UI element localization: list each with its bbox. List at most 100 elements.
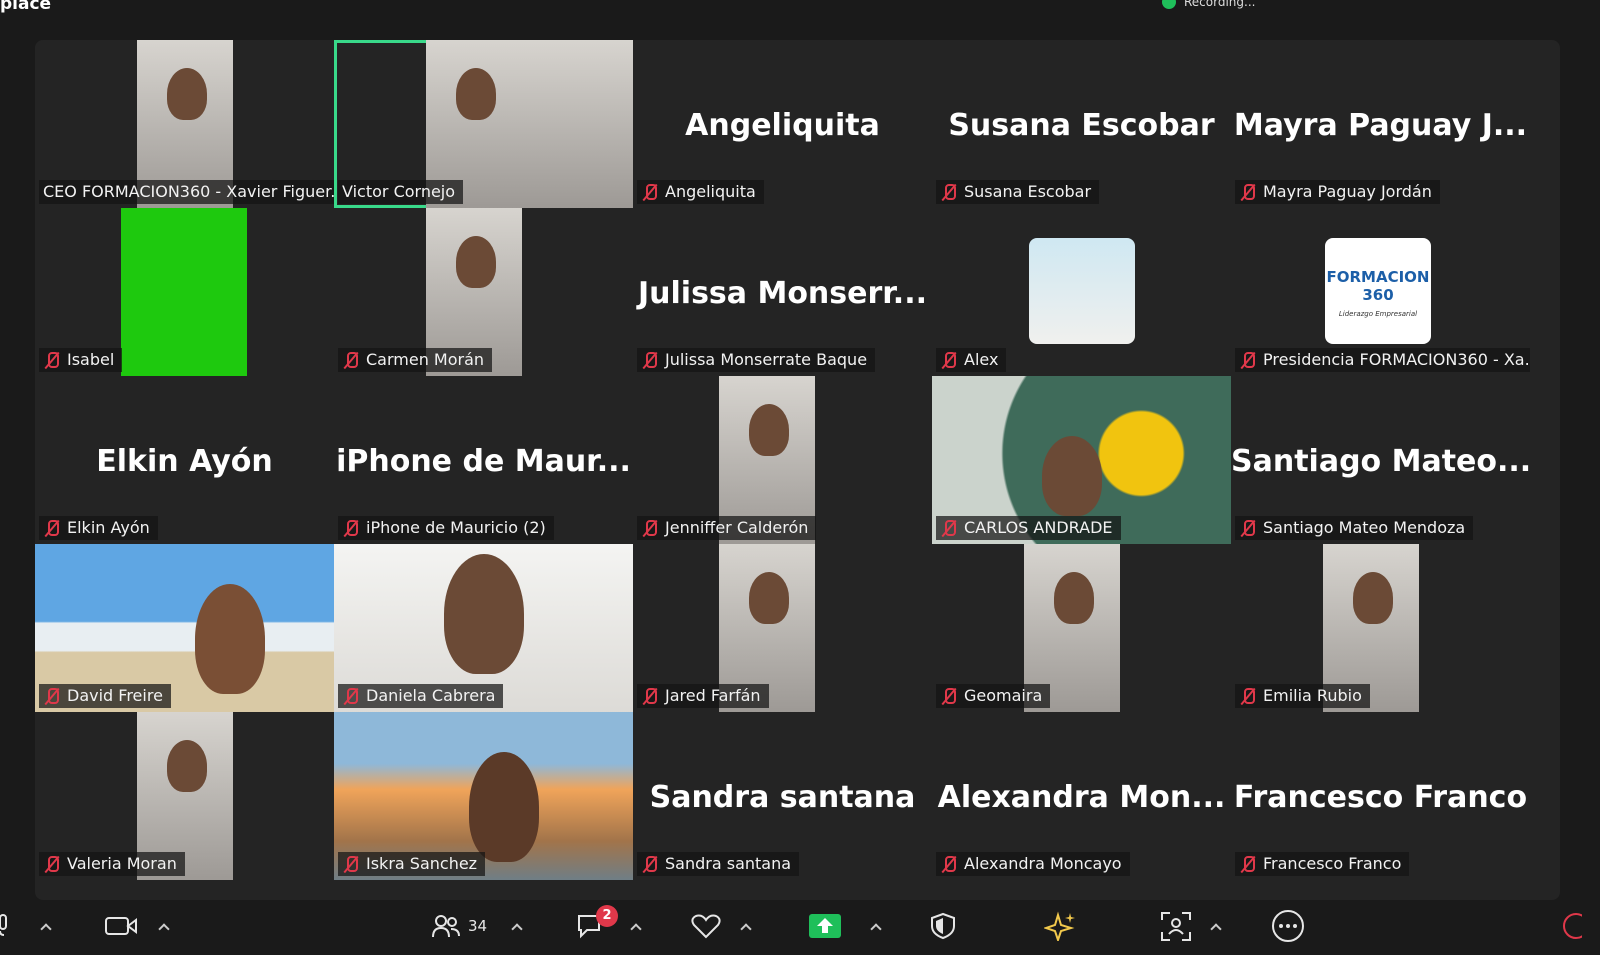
react-chevron-icon[interactable]	[740, 922, 752, 935]
participant-name: Sandra santana	[665, 854, 792, 873]
participant-name-display: iPhone de Maur...	[336, 444, 631, 479]
participant-name-tag: Julissa Monserrate Baque	[637, 348, 876, 372]
microphone-muted-icon	[940, 855, 958, 873]
participant-name: Julissa Monserrate Baque	[665, 350, 868, 369]
microphone-muted-icon	[342, 687, 360, 705]
microphone-muted-icon	[641, 351, 659, 369]
participant-avatar	[1029, 238, 1135, 344]
participant-name: Valeria Moran	[67, 854, 177, 873]
participant-name: CARLOS ANDRADE	[964, 518, 1113, 537]
participants-count: 34	[468, 917, 488, 935]
participant-figure	[195, 584, 265, 694]
participant-name: Jenniffer Calderón	[665, 518, 809, 537]
participant-tile[interactable]: Julissa Monserr... Julissa Monserrate Baq…	[633, 208, 932, 376]
participant-tile[interactable]: FORMACION 360 Liderazgo Empresarial Preside…	[1231, 208, 1530, 376]
participant-tile[interactable]: Isabel	[35, 208, 334, 376]
participant-tile[interactable]: Francesco Franco Francesco Franco	[1231, 712, 1530, 880]
participant-tile[interactable]: Carmen Morán	[334, 208, 633, 376]
react-button[interactable]	[690, 908, 752, 944]
participant-name-display: Francesco Franco	[1233, 780, 1528, 815]
top-bar: place Recording...	[0, 0, 1600, 25]
audio-options-chevron-icon[interactable]	[40, 922, 52, 935]
participant-tile[interactable]: Alex	[932, 208, 1231, 376]
more-options-icon	[1272, 910, 1304, 942]
participant-name-tag: Isabel	[39, 348, 123, 372]
participant-name-display: Alexandra Mon...	[937, 780, 1226, 815]
security-button[interactable]	[930, 908, 956, 944]
participant-tile[interactable]: Jenniffer Calderón	[633, 376, 932, 544]
participant-name: Geomaira	[964, 686, 1043, 705]
participant-name-display: Susana Escobar	[948, 108, 1215, 143]
apps-button[interactable]	[1160, 908, 1222, 944]
participant-name: Mayra Paguay Jordán	[1263, 182, 1432, 201]
participant-tile[interactable]: Elkin Ayón Elkin Ayón	[35, 376, 334, 544]
participant-name: Susana Escobar	[964, 182, 1092, 201]
participant-name: David Freire	[67, 686, 163, 705]
apps-chevron-icon[interactable]	[1210, 922, 1222, 935]
participant-name-tag: Mayra Paguay Jordán	[1235, 180, 1440, 204]
leave-icon	[1563, 913, 1582, 939]
participants-chevron-icon[interactable]	[511, 922, 523, 935]
participant-name-display: Mayra Paguay J...	[1233, 108, 1528, 143]
participant-name-tag: Francesco Franco	[1235, 852, 1410, 876]
participant-figure	[1054, 572, 1094, 624]
shield-status-icon	[1162, 0, 1176, 9]
participant-name-tag: Daniela Cabrera	[338, 684, 504, 708]
share-chevron-icon[interactable]	[870, 922, 882, 935]
participant-tile[interactable]: David Freire	[35, 544, 334, 712]
mute-button[interactable]	[0, 908, 52, 944]
participant-name: Victor Cornejo	[342, 182, 456, 201]
more-button[interactable]	[1270, 908, 1306, 944]
microphone-muted-icon	[1239, 183, 1257, 201]
microphone-muted-icon	[43, 351, 61, 369]
participant-tile[interactable]: Geomaira	[932, 544, 1231, 712]
share-screen-button[interactable]	[808, 908, 882, 944]
participant-figure	[456, 236, 496, 288]
participant-name-tag: Carmen Morán	[338, 348, 493, 372]
participant-name: iPhone de Mauricio (2)	[366, 518, 546, 537]
participant-tile[interactable]: CEO FORMACION360 - Xavier Figuer...	[35, 40, 334, 208]
participant-name: Carmen Morán	[366, 350, 485, 369]
shield-icon	[931, 912, 955, 940]
participant-tile[interactable]: CARLOS ANDRADE	[932, 376, 1231, 544]
microphone-muted-icon	[1239, 351, 1257, 369]
participant-name-display: Sandra santana	[649, 780, 916, 815]
leave-button[interactable]	[1552, 908, 1582, 944]
recording-indicator[interactable]: Recording...	[1162, 0, 1255, 9]
microphone-muted-icon	[940, 183, 958, 201]
participant-tile[interactable]: Iskra Sanchez	[334, 712, 633, 880]
participant-tile[interactable]: Mayra Paguay J... Mayra Paguay Jordán	[1231, 40, 1530, 208]
participant-video	[121, 208, 247, 376]
video-options-chevron-icon[interactable]	[158, 922, 170, 935]
chat-chevron-icon[interactable]	[630, 922, 642, 935]
microphone-muted-icon	[940, 351, 958, 369]
participant-name: Isabel	[67, 350, 115, 369]
participant-tile[interactable]: Valeria Moran	[35, 712, 334, 880]
participant-figure	[167, 68, 207, 120]
participant-tile[interactable]: Victor Cornejo	[334, 40, 633, 208]
apps-icon	[1161, 912, 1191, 941]
participant-name: Santiago Mateo Mendoza	[1263, 518, 1466, 537]
participant-name-tag: Geomaira	[936, 684, 1051, 708]
ai-companion-button[interactable]	[1044, 908, 1076, 944]
participant-tile[interactable]: iPhone de Maur... iPhone de Mauricio (2)	[334, 376, 633, 544]
participants-button[interactable]: 34	[432, 908, 523, 944]
participant-gallery: CEO FORMACION360 - Xavier Figuer... Victo…	[35, 40, 1560, 900]
participant-tile[interactable]: Jared Farfán	[633, 544, 932, 712]
participant-tile[interactable]: Angeliquita Angeliquita	[633, 40, 932, 208]
participant-tile[interactable]: Alexandra Mon... Alexandra Moncayo	[932, 712, 1231, 880]
microphone-muted-icon	[641, 687, 659, 705]
participant-tile[interactable]: Daniela Cabrera	[334, 544, 633, 712]
participant-tile[interactable]: Santiago Mateo... Santiago Mateo Mendoza	[1231, 376, 1530, 544]
video-button[interactable]	[104, 908, 170, 944]
participant-name-tag: Presidencia FORMACION360 - Xa...	[1235, 348, 1530, 372]
microphone-muted-icon	[940, 687, 958, 705]
participant-tile[interactable]: Emilia Rubio	[1231, 544, 1530, 712]
participant-name-tag: Jared Farfán	[637, 684, 769, 708]
chat-button[interactable]: 2	[576, 905, 642, 944]
microphone-icon	[0, 914, 7, 936]
participant-tile[interactable]: Sandra santana Sandra santana	[633, 712, 932, 880]
participant-name: Francesco Franco	[1263, 854, 1402, 873]
participant-tile[interactable]: Susana Escobar Susana Escobar	[932, 40, 1231, 208]
participant-name-display: Santiago Mateo...	[1231, 444, 1530, 479]
